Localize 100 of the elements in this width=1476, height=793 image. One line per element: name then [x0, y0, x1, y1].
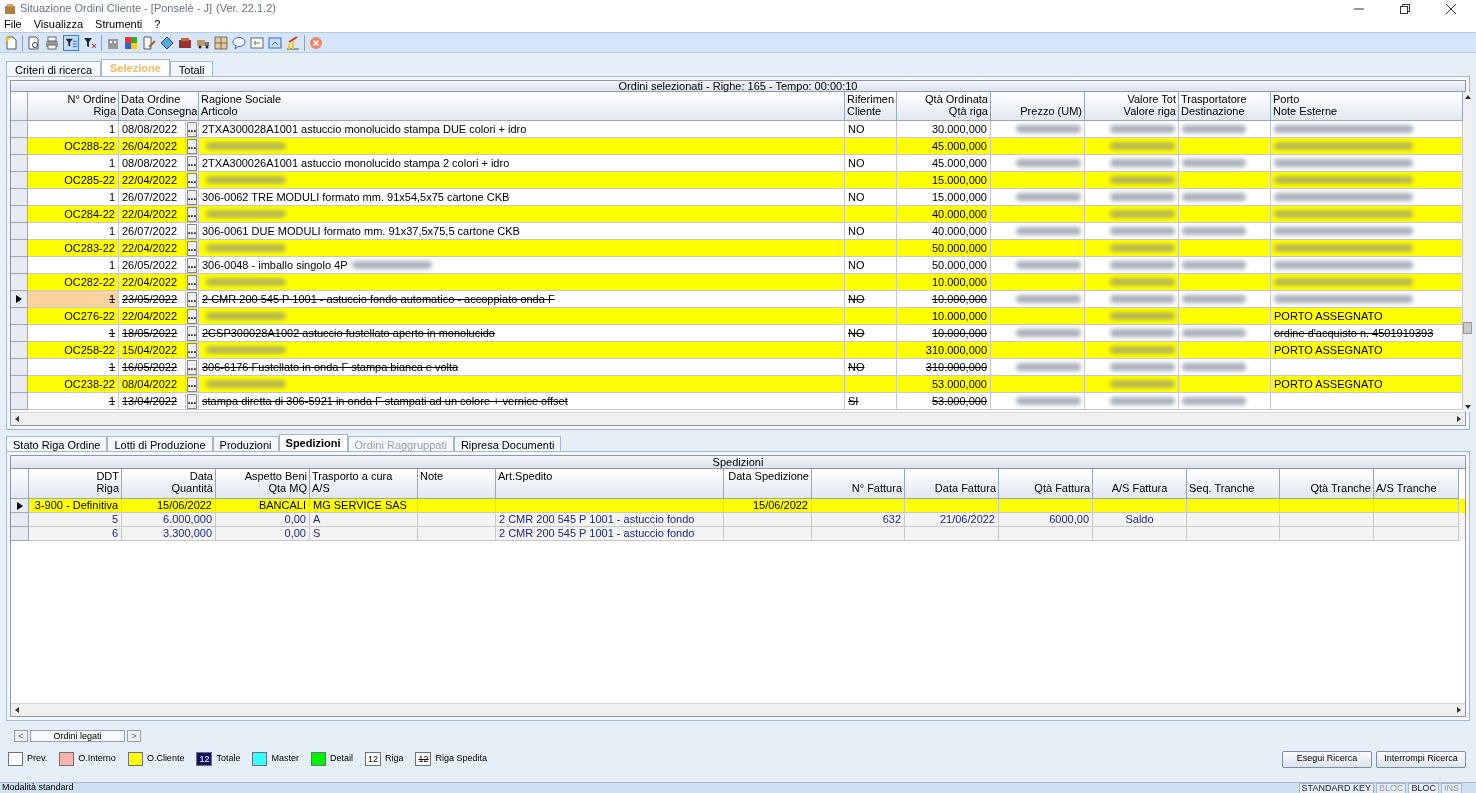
box-icon[interactable] [178, 35, 192, 50]
ellipsis-button[interactable]: ... [186, 257, 198, 273]
horizontal-scrollbar[interactable] [11, 412, 1465, 425]
column-header[interactable]: Porto Note Esterne [1271, 92, 1463, 121]
ellipsis-button[interactable]: ... [186, 291, 198, 307]
order-row[interactable]: OC284-22 22/04/2022 ... 40.000,000 [11, 206, 1463, 223]
vertical-scrollbar[interactable] [1463, 92, 1472, 412]
speech-bubble-icon[interactable] [232, 35, 246, 50]
order-row[interactable]: OC238-22 08/04/2022 ... 53.000,000 PORTO ASSEGNATO [11, 376, 1463, 393]
column-header[interactable]: Qtà Ordinata Qtà riga [897, 92, 991, 121]
scroll-up-icon[interactable] [1463, 94, 1472, 100]
order-row[interactable]: 1 23/05/2022 ... 2 CMR 200 545 P 1001 - astuccio fondo automatico - accoppiato onda F NO 10.000,000 [11, 291, 1463, 308]
search-button[interactable]: Esegui Ricerca [1282, 750, 1372, 768]
order-row[interactable]: 1 16/05/2022 ... 306-6176 Fustellato in onda F stampa bianca e volta NO 310.000,000 [11, 359, 1463, 376]
row-selector[interactable] [11, 291, 28, 308]
preview-icon[interactable] [27, 35, 41, 50]
tag-icon[interactable] [160, 35, 174, 50]
menu-item[interactable]: ? [154, 16, 161, 33]
column-header[interactable]: N° Fattura [812, 469, 905, 499]
new-document-icon[interactable] [4, 35, 18, 50]
order-row[interactable]: OC285-22 22/04/2022 ... 15.000,000 [11, 172, 1463, 189]
column-header[interactable]: A/S Fattura [1093, 469, 1187, 499]
order-row[interactable]: OC276-22 22/04/2022 ... 10.000,000 PORTO ASSEGNATO [11, 308, 1463, 325]
tab[interactable]: Stato Riga Ordine [6, 436, 108, 451]
order-row[interactable]: OC282-22 22/04/2022 ... 10.000,000 [11, 274, 1463, 291]
column-header[interactable]: Riferimen Cliente [845, 92, 897, 121]
previous-button[interactable]: < [14, 729, 28, 742]
column-header[interactable]: Qtà Fattura [999, 469, 1093, 499]
order-row[interactable]: 1 18/05/2022 ... 2CSP300028A1002 astuccio fustellato aperto in monolucido NO 10.000,000 ordine d'acquisto n. 4501919393 [11, 325, 1463, 342]
ellipsis-button[interactable]: ... [186, 308, 198, 324]
column-header[interactable]: Data Fattura [905, 469, 999, 499]
column-header[interactable]: Qtà Tranche [1280, 469, 1374, 499]
shipment-row[interactable]: 3-900 - Definitiva 15/06/2022 BANCALI MG SERVICE SAS 15/06/2022 [11, 499, 1465, 513]
scrollbar-thumb[interactable] [1463, 322, 1472, 334]
column-header[interactable]: Trasporto a cura A/S [310, 469, 418, 499]
puzzle-icon[interactable] [124, 35, 138, 50]
tab[interactable]: Criteri di ricerca [6, 61, 101, 76]
ellipsis-button[interactable]: ... [186, 121, 198, 137]
order-row[interactable]: 1 13/04/2022 ... stampa diretta di 306-5921 in onda F stampati ad un colore + vernice offset SI 53.000,000 [11, 393, 1463, 410]
scroll-left-icon[interactable] [13, 415, 21, 423]
order-row[interactable]: 1 08/08/2022 ... 2TXA300026A1001 astuccio monolucido stampa 2 colori + idro NO 45.000,000 [11, 155, 1463, 172]
scroll-right-icon[interactable] [1455, 706, 1463, 714]
tab[interactable]: Lotti di Produzione [107, 436, 213, 451]
search-button[interactable]: Interrompi Ricerca [1376, 750, 1466, 768]
chart-icon[interactable] [286, 35, 300, 50]
ellipsis-button[interactable]: ... [186, 223, 198, 239]
scroll-down-icon[interactable] [1463, 404, 1472, 410]
shipment-row[interactable]: 6 3.300,000 0,00 S 2 CMR 200 545 P 1001 - astuccio fondo [11, 527, 1465, 541]
scroll-right-icon[interactable] [1455, 415, 1463, 423]
ellipsis-button[interactable]: ... [186, 138, 198, 154]
tab[interactable]: Produzioni [212, 436, 279, 451]
ellipsis-button[interactable]: ... [186, 274, 198, 290]
ellipsis-button[interactable]: ... [186, 359, 198, 375]
order-row[interactable]: 1 08/08/2022 ... 2TXA300028A1001 astuccio monolucido stampa DUE colori + idro NO 30.000,000 [11, 121, 1463, 138]
column-header[interactable]: Trasportatore Destinazione [1179, 92, 1271, 121]
tab[interactable]: Ripresa Documenti [453, 436, 562, 451]
column-header[interactable]: Data Ordine Data Consegna [119, 92, 199, 121]
column-header[interactable]: N° Ordine Riga [28, 92, 119, 121]
order-row[interactable]: OC258-22 15/04/2022 ... 310.000,000 PORTO ASSEGNATO [11, 342, 1463, 359]
restore-icon[interactable] [1400, 3, 1410, 14]
selected-cell[interactable]: 1 [28, 291, 119, 308]
ellipsis-button[interactable]: ... [186, 189, 198, 205]
column-header[interactable]: Art.Spedito [496, 469, 724, 499]
column-header[interactable]: Data Quantità [122, 469, 216, 499]
ellipsis-button[interactable]: ... [186, 376, 198, 392]
ellipsis-button[interactable]: ... [186, 325, 198, 341]
menu-item[interactable]: File [4, 16, 22, 33]
ellipsis-button[interactable]: ... [186, 206, 198, 222]
ellipsis-button[interactable]: ... [186, 240, 198, 256]
menu-item[interactable]: Visualizza [33, 16, 84, 33]
column-header[interactable]: Data Spedizione [724, 469, 812, 499]
horizontal-scrollbar[interactable] [11, 703, 1465, 716]
ellipsis-button[interactable]: ... [186, 342, 198, 358]
window-icon[interactable] [268, 35, 282, 50]
column-header[interactable]: Ragione Sociale Articolo [199, 92, 845, 121]
filter-icon[interactable] [83, 35, 97, 50]
shipment-row[interactable]: 5 6.000,000 0,00 A 2 CMR 200 545 P 1001 - astuccio fondo 632 21/06/2022 6000,00 Saldo [11, 513, 1465, 527]
scroll-left-icon[interactable] [13, 706, 21, 714]
column-header[interactable]: Aspetto Beni Qta MQ [216, 469, 310, 499]
print-icon[interactable] [45, 35, 59, 50]
ellipsis-button[interactable]: ... [186, 393, 198, 409]
column-header[interactable]: Valore Tot Valore riga [1085, 92, 1179, 121]
ellipsis-button[interactable]: ... [186, 155, 198, 171]
ellipsis-button[interactable]: ... [186, 172, 198, 188]
document-edit-icon[interactable] [142, 35, 156, 50]
filter-icon[interactable] [63, 34, 79, 51]
column-header[interactable]: Note [418, 469, 496, 499]
order-row[interactable]: OC283-22 22/04/2022 ... 50.000,000 [11, 240, 1463, 257]
tab[interactable]: Totali [169, 61, 214, 76]
order-row[interactable]: OC288-22 26/04/2022 ... 45.000,000 [11, 138, 1463, 155]
order-row[interactable]: 1 26/07/2022 ... 306-0061 DUE MODULI formato mm. 91x37,5x75,5 cartone CKB NO 40.000,000 [11, 223, 1463, 240]
close-icon[interactable] [1446, 3, 1456, 14]
column-header[interactable]: Seq. Tranche [1187, 469, 1280, 499]
next-button[interactable]: > [127, 729, 141, 742]
exit-icon[interactable] [309, 35, 323, 50]
menu-item[interactable]: Strumenti [95, 16, 143, 33]
tab[interactable]: Spedizioni [278, 434, 348, 451]
column-header[interactable]: DDT Riga [29, 469, 122, 499]
row-selector[interactable] [11, 499, 29, 513]
column-header[interactable]: Prezzo (UM) [991, 92, 1085, 121]
